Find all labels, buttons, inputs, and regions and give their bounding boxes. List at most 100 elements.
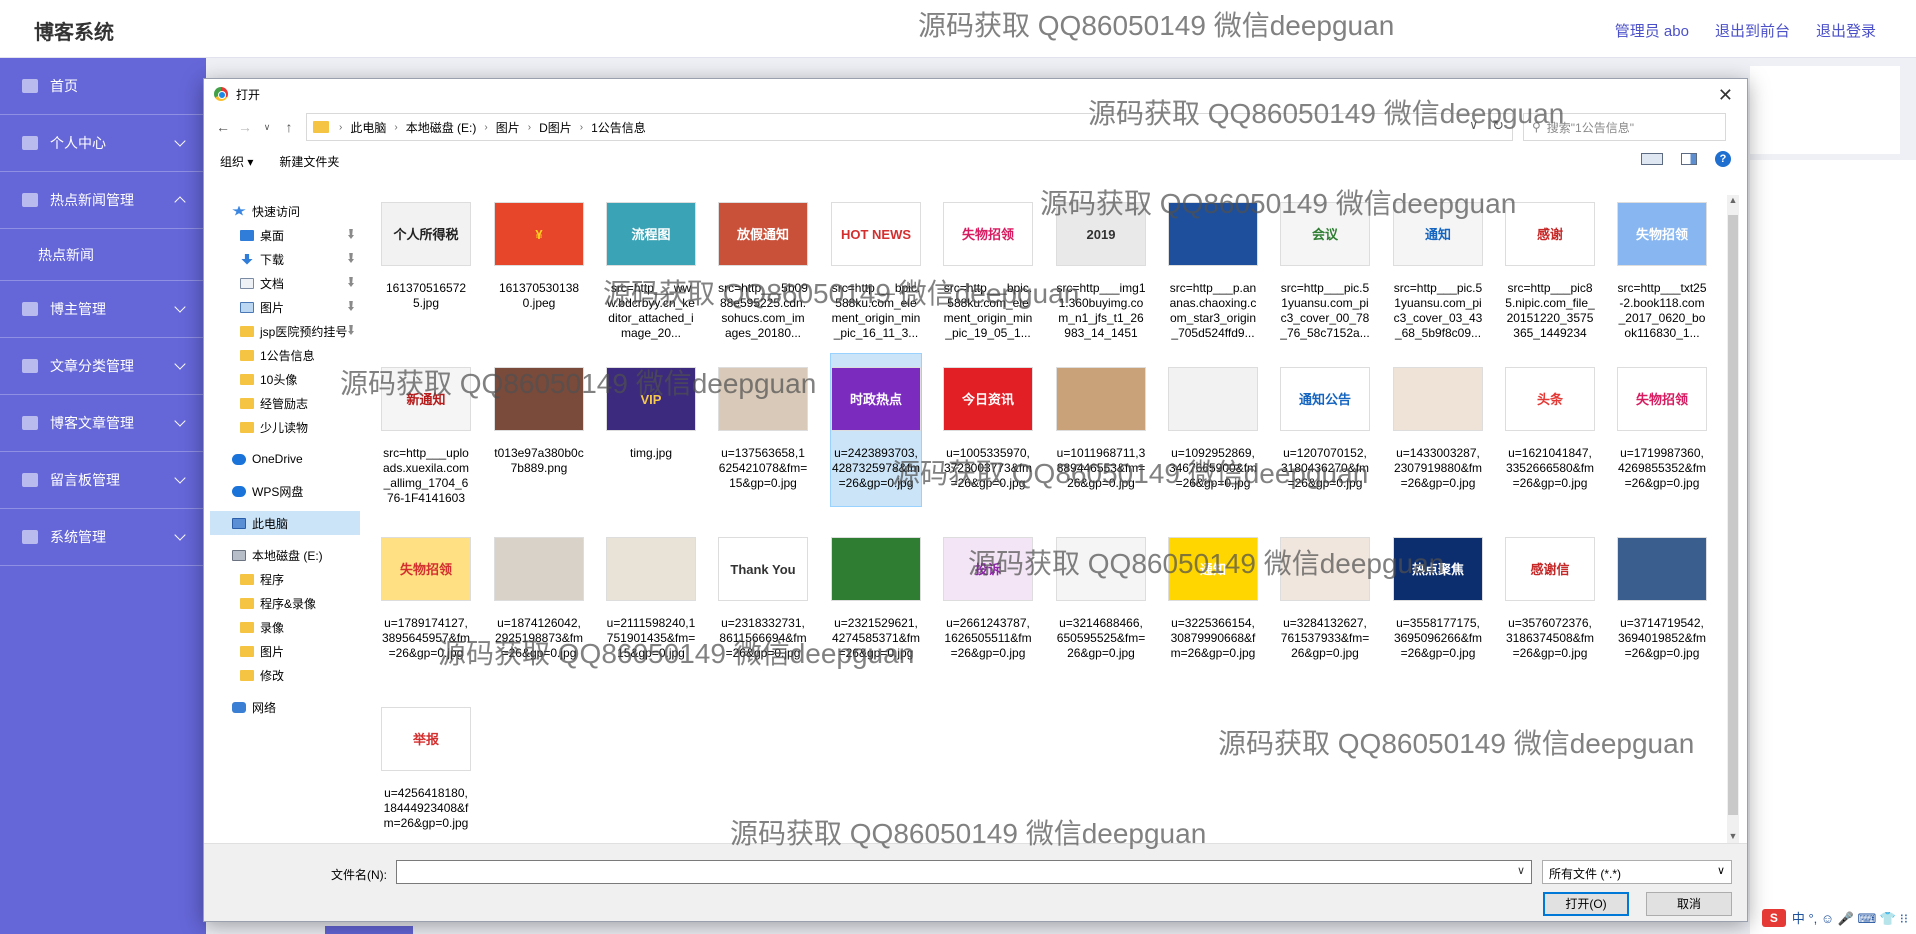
file-item[interactable]: src=http___p.ananas.chaoxing.com_star3_o… (1168, 189, 1258, 341)
file-item[interactable]: 头条 u=1621041847,3352666580&fm=26&gp=0.jpg (1505, 354, 1595, 506)
file-item[interactable]: VIP timg.jpg (606, 354, 696, 506)
breadcrumb-item[interactable]: 此电脑 (350, 119, 386, 136)
file-item[interactable]: 会议 src=http___pic.51yuansu.com_pic3_cover… (1280, 189, 1370, 341)
file-item[interactable]: 通知公告 u=1207070152,3180436270&fm=26&gp=0.j… (1280, 354, 1370, 506)
forward-arrow-icon[interactable]: → (234, 119, 256, 135)
file-item[interactable]: 失物招领 src=http___bpic.588ku.com_element_or… (943, 189, 1033, 341)
recent-dropdown-icon[interactable]: ∨ (256, 122, 278, 133)
file-item[interactable]: u=2321529621,4274585371&fm=26&gp=0.jpg (831, 524, 921, 676)
file-item[interactable]: 热点聚焦 u=3558177175,3695096266&fm=26&gp=0.j… (1393, 524, 1483, 676)
address-bar[interactable]: › 此电脑 › 本地磁盘 (E:) › 图片 › D图片 › 1公告信息 ∨ ↻ (306, 113, 1513, 141)
new-folder-button[interactable]: 新建文件夹 (279, 153, 339, 170)
file-item[interactable]: 今日资讯 u=1005335970,3723003773&fm=26&gp=0.j… (943, 354, 1033, 506)
file-item[interactable]: u=1011968711,3889446553&fm=26&gp=0.jpg (1056, 354, 1146, 506)
organize-button[interactable]: 组织 ▾ (220, 153, 253, 170)
back-arrow-icon[interactable]: ← (212, 119, 234, 135)
file-item[interactable]: 感谢信 u=3576072376,3186374508&fm=26&gp=0.jp… (1505, 524, 1595, 676)
chevron-right-icon[interactable]: › (394, 122, 397, 133)
file-item[interactable]: u=1092952869,3467665900&fm=26&gp=0.jpg (1168, 354, 1258, 506)
file-item[interactable]: u=2111598240,1751901435&fm=15&gp=0.jpg (606, 524, 696, 676)
file-item[interactable]: 新通知 src=http___uploads.xuexila.com_allimg… (381, 354, 471, 506)
tree-item[interactable]: 10头像 (210, 367, 360, 391)
tree-item[interactable]: 文档 (210, 271, 360, 295)
breadcrumb-item[interactable]: 1公告信息 (591, 119, 646, 136)
tree-item[interactable]: 经管励志 (210, 391, 360, 415)
logout-link[interactable]: 退出登录 (1816, 20, 1876, 41)
file-item[interactable]: 时政热点 u=2423893703,4287325978&fm=26&gp=0.j… (830, 353, 922, 507)
sidebar-item-4[interactable]: 博主管理 (0, 281, 206, 338)
up-arrow-icon[interactable]: ↑ (278, 119, 300, 135)
tree-item[interactable]: 快速访问 (210, 199, 360, 223)
tree-item[interactable]: 下载 (210, 247, 360, 271)
file-item[interactable]: 失物招领 src=http___txt25-2.book118.com_2017_… (1617, 189, 1707, 341)
vertical-scrollbar[interactable]: ▲ ▼ (1727, 195, 1739, 845)
tree-item[interactable]: 桌面 (210, 223, 360, 247)
admin-user-link[interactable]: 管理员 abo (1615, 20, 1689, 41)
file-item[interactable]: 通知 u=3225366154,30879990668&fm=26&gp=0.jp… (1168, 524, 1258, 676)
help-icon[interactable]: ? (1715, 151, 1731, 167)
scroll-up-icon[interactable]: ▲ (1727, 195, 1739, 209)
refresh-icon[interactable]: ↻ (1492, 117, 1504, 134)
close-icon[interactable]: ✕ (1718, 85, 1733, 106)
tree-item[interactable]: 程序 (210, 567, 360, 591)
to-frontend-link[interactable]: 退出到前台 (1715, 20, 1790, 41)
sogou-ime-icon[interactable]: S (1761, 908, 1786, 927)
file-item[interactable]: u=1874126042,2925198873&fm=26&gp=0.jpg (494, 524, 584, 676)
tree-item[interactable]: WPS网盘 (210, 479, 360, 503)
file-item[interactable]: 失物招领 u=1719987360,4269855352&fm=26&gp=0.j… (1617, 354, 1707, 506)
preview-pane-icon[interactable] (1681, 153, 1697, 165)
tree-item[interactable]: 网络 (210, 695, 360, 719)
file-item[interactable]: u=3214688466,650595525&fm=26&gp=0.jpg (1056, 524, 1146, 676)
file-item[interactable]: 感谢 src=http___pic85.nipic.com_file_201512… (1505, 189, 1595, 341)
sidebar-item-7[interactable]: 留言板管理 (0, 452, 206, 509)
file-item[interactable]: u=3284132627,761537933&fm=26&gp=0.jpg (1280, 524, 1370, 676)
file-item[interactable]: 失物招领 u=1789174127,3895645957&fm=26&gp=0.j… (381, 524, 471, 676)
ime-status[interactable]: 中 °, ☺ 🎤 ⌨ 👕 ⁝⁝ (1792, 908, 1908, 927)
file-item[interactable]: Thank You u=2318332731,8611566694&fm=26&g… (718, 524, 808, 676)
file-item[interactable]: 投诉 u=2661243787,1626505511&fm=26&gp=0.jpg (943, 524, 1033, 676)
chevron-right-icon[interactable]: › (528, 122, 531, 133)
file-item[interactable]: 举报 u=4256418180,18444923408&fm=26&gp=0.jp… (381, 694, 471, 841)
chevron-down-icon[interactable]: ∨ (1469, 118, 1478, 132)
sidebar-item-3[interactable]: 热点新闻 (0, 229, 206, 281)
sidebar-item-8[interactable]: 系统管理 (0, 509, 206, 566)
file-item[interactable]: u=137563658,1625421078&fm=15&gp=0.jpg (718, 354, 808, 506)
search-input[interactable]: ⚲ 搜索"1公告信息" (1523, 113, 1726, 141)
cancel-button[interactable]: 取消 (1646, 892, 1732, 916)
file-item[interactable]: 2019 src=http___img11.360buyimg.com_n1_jf… (1056, 189, 1146, 341)
open-button[interactable]: 打开(O) (1543, 892, 1629, 916)
file-item[interactable]: 流程图 src=http___www.bdcrbyy.cn_keditor_att… (606, 189, 696, 341)
sidebar-item-6[interactable]: 博客文章管理 (0, 395, 206, 452)
tree-item[interactable]: 少儿读物 (210, 415, 360, 439)
breadcrumb-item[interactable]: 图片 (496, 119, 520, 136)
tree-item[interactable]: 程序&录像 (210, 591, 360, 615)
sidebar-item-2[interactable]: 热点新闻管理 (0, 172, 206, 229)
filename-input[interactable]: ∨ (396, 860, 1532, 884)
file-item[interactable]: u=1433003287,2307919880&fm=26&gp=0.jpg (1393, 354, 1483, 506)
file-item[interactable]: t013e97a380b0c7b889.png (494, 354, 584, 506)
file-item[interactable]: u=3714719542,3694019852&fm=26&gp=0.jpg (1617, 524, 1707, 676)
breadcrumb-item[interactable]: D图片 (539, 119, 572, 136)
tree-item[interactable]: OneDrive (210, 447, 360, 471)
chevron-down-icon[interactable]: ∨ (1517, 864, 1525, 877)
sidebar-item-1[interactable]: 个人中心 (0, 115, 206, 172)
tree-item[interactable]: 图片 (210, 295, 360, 319)
file-item[interactable]: 通知 src=http___pic.51yuansu.com_pic3_cover… (1393, 189, 1483, 341)
chevron-right-icon[interactable]: › (484, 122, 487, 133)
file-type-select[interactable]: 所有文件 (*.*) ∨ (1542, 860, 1732, 884)
file-item[interactable]: ¥1613705301380.jpeg (494, 189, 584, 341)
file-item[interactable]: 个人所得税 1613705165725.jpg (381, 189, 471, 341)
tree-item[interactable]: 本地磁盘 (E:) (210, 543, 360, 567)
view-mode-icon[interactable] (1641, 153, 1663, 165)
tree-item[interactable]: jsp医院预约挂号 (210, 319, 360, 343)
scroll-thumb[interactable] (1728, 215, 1738, 815)
tree-item[interactable]: 此电脑 (210, 511, 360, 535)
sidebar-item-0[interactable]: 首页 (0, 58, 206, 115)
sidebar-item-5[interactable]: 文章分类管理 (0, 338, 206, 395)
tree-item[interactable]: 修改 (210, 663, 360, 687)
tree-item[interactable]: 图片 (210, 639, 360, 663)
file-item[interactable]: HOT NEWS src=http___bpic.588ku.com_elemen… (831, 189, 921, 341)
breadcrumb-item[interactable]: 本地磁盘 (E:) (406, 119, 477, 136)
tree-item[interactable]: 录像 (210, 615, 360, 639)
file-item[interactable]: 放假通知 src=http___5b0988e595225.cdn.sohucs.… (718, 189, 808, 341)
